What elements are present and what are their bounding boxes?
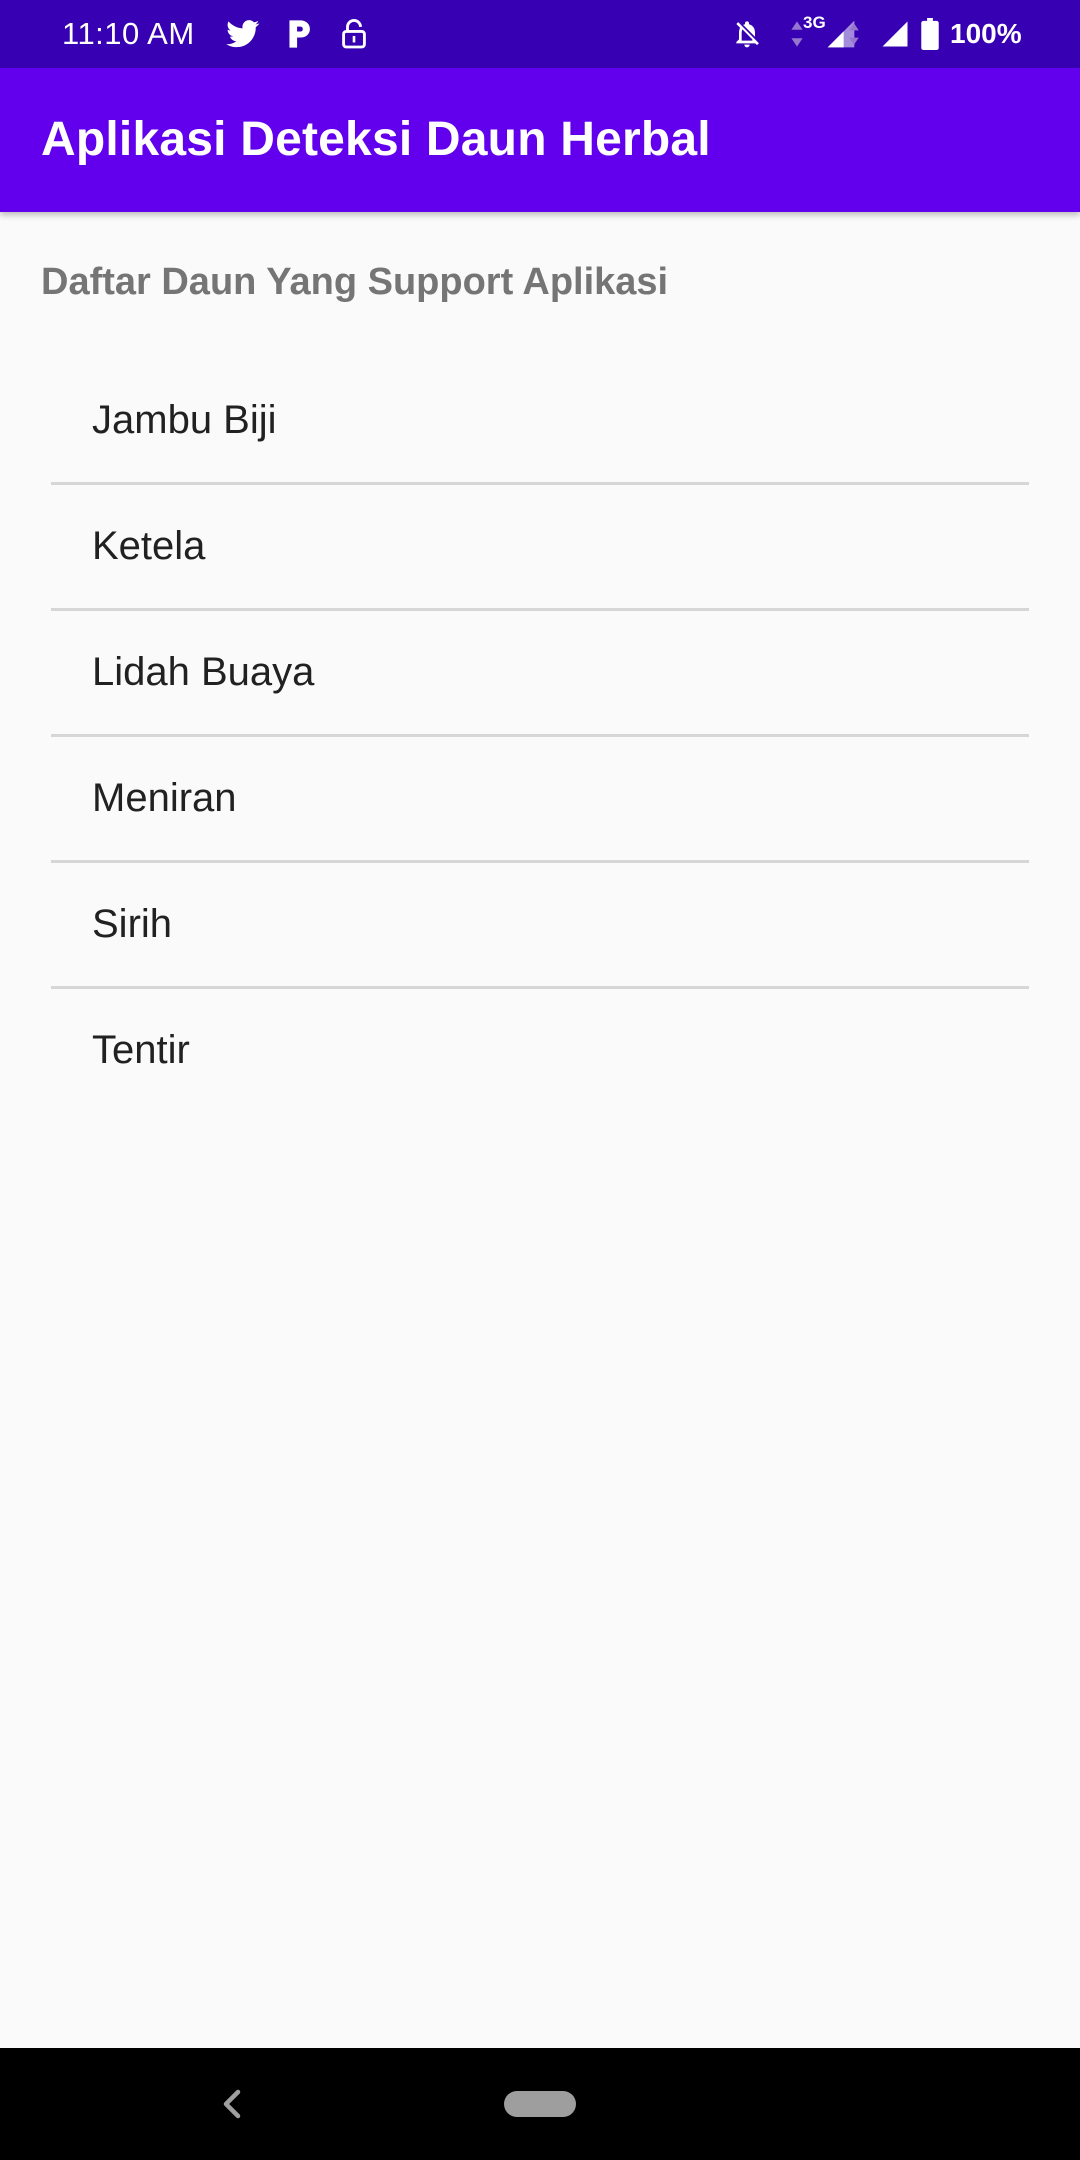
twitter-icon xyxy=(222,14,264,54)
battery-icon xyxy=(918,14,942,54)
section-heading: Daftar Daun Yang Support Aplikasi xyxy=(41,261,669,303)
list-item-meniran[interactable]: Meniran xyxy=(51,737,1029,863)
lock-open-icon xyxy=(336,14,372,54)
list-item-sirih[interactable]: Sirih xyxy=(51,863,1029,989)
data-arrows-secondary-icon xyxy=(846,14,862,54)
app-bar: Aplikasi Deteksi Daun Herbal xyxy=(0,68,1080,212)
app-title: Aplikasi Deteksi Daun Herbal xyxy=(41,113,711,166)
back-icon[interactable] xyxy=(217,2086,247,2122)
signal-icon xyxy=(874,14,916,54)
status-time: 11:10 AM xyxy=(62,16,195,51)
bell-off-icon xyxy=(726,14,768,54)
home-pill-icon[interactable] xyxy=(504,2091,576,2117)
navigation-bar xyxy=(0,2048,1080,2160)
list-item-ketela[interactable]: Ketela xyxy=(51,485,1029,611)
battery-percent: 100% xyxy=(950,18,1022,49)
list-item-jambu-biji[interactable]: Jambu Biji xyxy=(51,359,1029,485)
leaf-list: Jambu Biji Ketela Lidah Buaya Meniran Si… xyxy=(51,359,1029,1112)
status-bar: 11:10 AM 3G 100% xyxy=(0,0,1080,68)
p-icon xyxy=(282,14,316,54)
list-item-lidah-buaya[interactable]: Lidah Buaya xyxy=(51,611,1029,737)
list-item-tentir[interactable]: Tentir xyxy=(51,989,1029,1112)
